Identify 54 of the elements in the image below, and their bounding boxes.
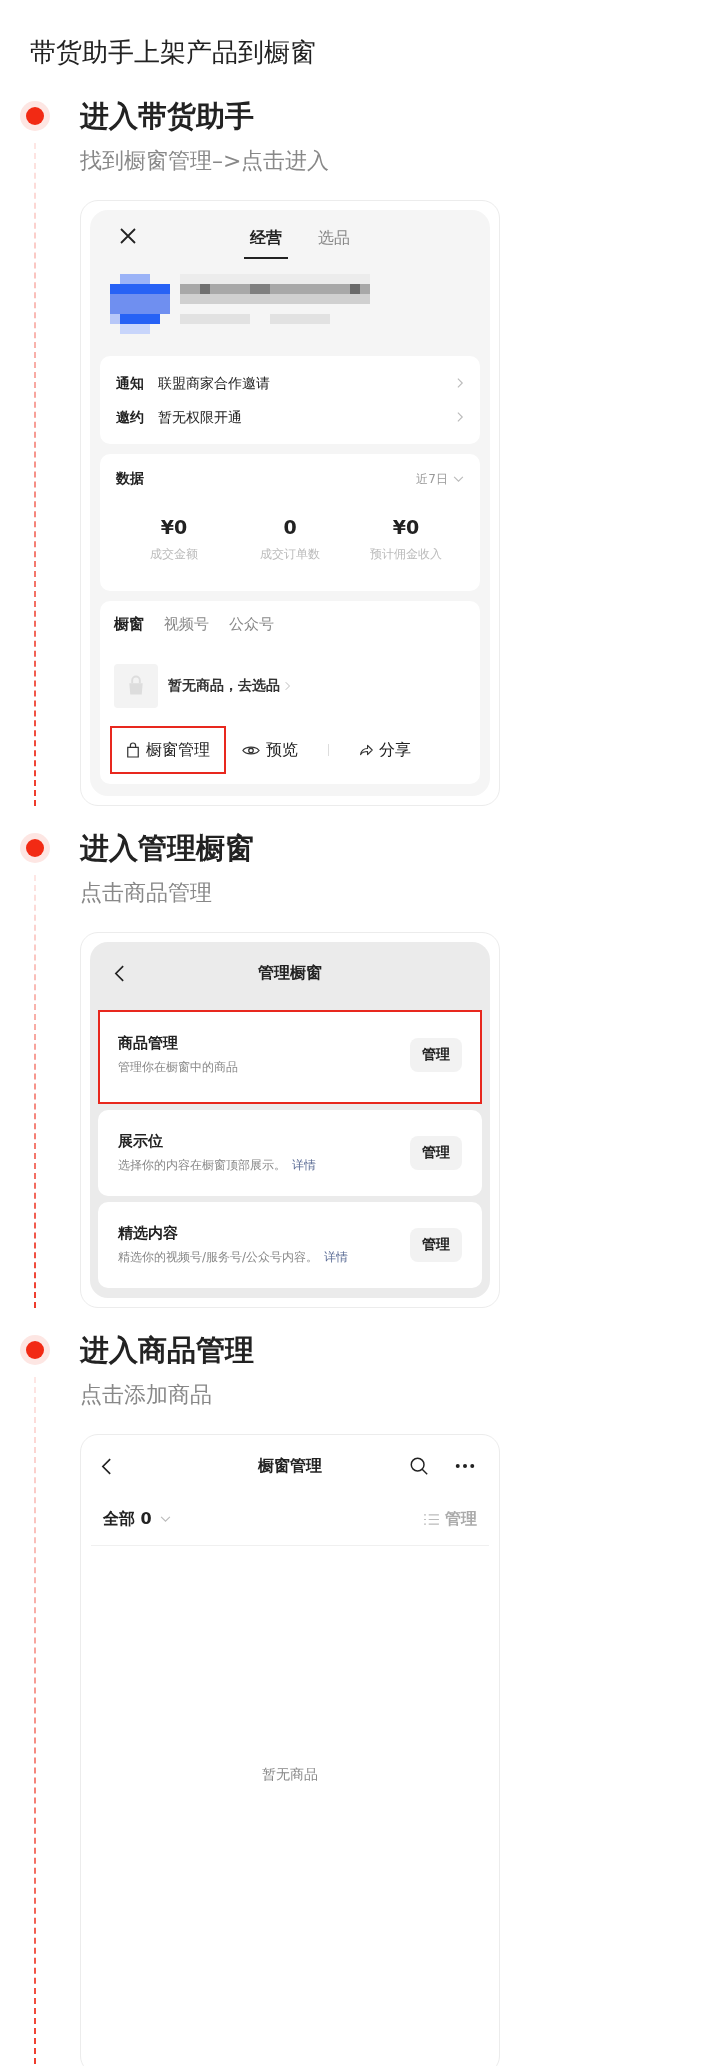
tab[interactable]: 公众号 (229, 615, 274, 634)
share-icon (359, 742, 373, 758)
stat-value: ¥0 (392, 516, 420, 538)
stat-value: 0 (283, 516, 297, 538)
bag-icon (126, 742, 140, 758)
chevron-right-icon (285, 681, 291, 691)
stat-value: ¥0 (160, 516, 188, 538)
notice-row[interactable]: 邀约 暂无权限开通 (116, 400, 464, 434)
step-heading: 进入带货助手 (80, 98, 254, 135)
stat-label: 成交金额 (150, 546, 198, 563)
more-icon[interactable] (455, 1463, 475, 1469)
filter-dropdown[interactable]: 全部 0 (103, 1508, 171, 1530)
bag-icon (114, 664, 158, 708)
row-title: 商品管理 (118, 1034, 179, 1053)
action-button[interactable]: 橱窗管理 (110, 726, 226, 774)
manage-button[interactable]: 管理 (410, 1038, 462, 1072)
screen-title: 管理橱窗 (258, 962, 322, 984)
section-title: 数据 (116, 470, 144, 488)
action-button[interactable]: 预览 (226, 726, 314, 774)
row-description: 精选你的视频号/服务号/公众号内容。 (118, 1250, 319, 1264)
stat-label: 成交订单数 (260, 546, 320, 563)
manage-button[interactable]: 管理 (410, 1228, 462, 1262)
manage-button[interactable]: 管理 (410, 1136, 462, 1170)
step-subtitle: 找到橱窗管理–>点击进入 (80, 147, 330, 175)
action-button[interactable]: 分享 (343, 726, 427, 774)
tab[interactable]: 视频号 (164, 615, 209, 634)
choose-products-link[interactable]: 暂无商品，去选品 (168, 677, 291, 695)
row-title: 精选内容 (118, 1224, 179, 1243)
chevron-right-icon (457, 377, 464, 389)
details-link[interactable]: 详情 (324, 1250, 349, 1264)
back-icon[interactable] (114, 963, 125, 983)
step-subtitle: 点击添加商品 (80, 1381, 212, 1409)
tab[interactable]: 经营 (244, 219, 288, 259)
step-subtitle: 点击商品管理 (80, 879, 212, 907)
list-icon (423, 1512, 440, 1526)
pixelated-avatar (110, 274, 170, 334)
chevron-down-icon (159, 1515, 171, 1523)
back-icon[interactable] (101, 1456, 112, 1476)
chevron-right-icon (457, 411, 464, 423)
screen-title: 橱窗管理 (258, 1455, 322, 1477)
step-heading: 进入管理橱窗 (80, 830, 254, 867)
close-icon[interactable] (118, 226, 138, 246)
empty-state-text: 暂无商品 (262, 1766, 318, 1784)
page-title: 带货助手上架产品到橱窗 (29, 36, 317, 69)
stat-label: 预计佣金收入 (370, 546, 442, 563)
details-link[interactable]: 详情 (292, 1158, 316, 1172)
tab[interactable]: 橱窗 (114, 615, 144, 634)
row-title: 展示位 (118, 1132, 164, 1151)
row-description: 选择你的内容在橱窗顶部展示。 (118, 1158, 286, 1172)
chevron-down-icon (453, 475, 464, 483)
notice-row[interactable]: 通知 联盟商家合作邀请 (116, 366, 464, 400)
step-heading: 进入商品管理 (80, 1332, 254, 1369)
row-description: 管理你在橱窗中的商品 (118, 1060, 238, 1074)
search-icon[interactable] (409, 1456, 429, 1476)
